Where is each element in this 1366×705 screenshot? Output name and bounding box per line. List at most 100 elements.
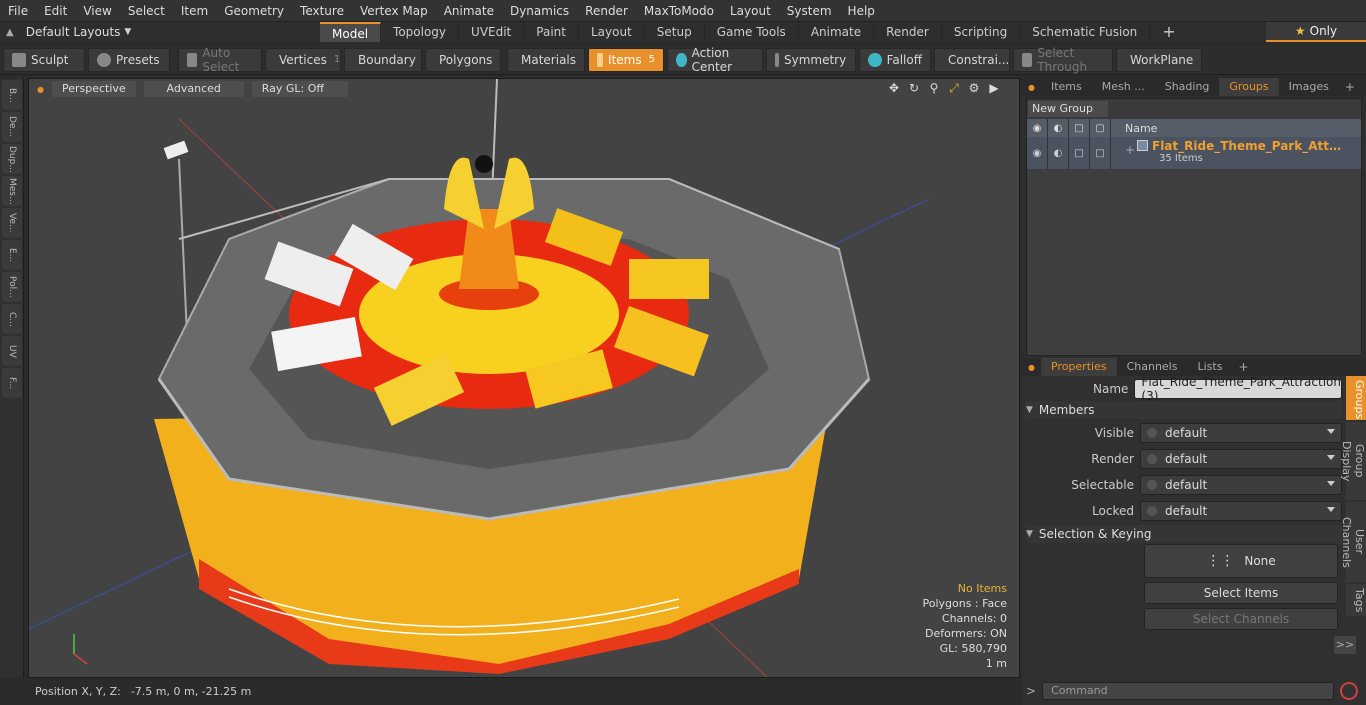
- gear-icon[interactable]: ⚙: [967, 81, 981, 95]
- left-tab-curve[interactable]: C...: [2, 304, 22, 334]
- render-icon[interactable]: ◐: [1048, 119, 1069, 137]
- menu-system[interactable]: System: [779, 0, 840, 22]
- tab-topology[interactable]: Topology: [381, 22, 460, 42]
- tab-schematic-fusion[interactable]: Schematic Fusion: [1020, 22, 1151, 42]
- pan-icon[interactable]: ✥: [887, 81, 901, 95]
- tab-shading[interactable]: Shading: [1155, 78, 1220, 96]
- keying-none-button[interactable]: ⋮⋮ None: [1144, 544, 1338, 578]
- items-button[interactable]: Items 5: [588, 47, 664, 72]
- presets-button[interactable]: Presets: [88, 47, 170, 72]
- left-tab-vertex[interactable]: Ve...: [2, 208, 22, 238]
- add-tab-button[interactable]: +: [1150, 22, 1187, 42]
- menu-vertex-map[interactable]: Vertex Map: [352, 0, 436, 22]
- advanced-button[interactable]: Advanced: [143, 81, 244, 97]
- left-tab-basic[interactable]: B...: [2, 80, 22, 110]
- left-tab-polygon[interactable]: Pol...: [2, 272, 22, 302]
- left-tab-mesh-edit[interactable]: Mes...: [2, 176, 22, 206]
- tab-items[interactable]: Items: [1041, 78, 1092, 96]
- menu-file[interactable]: File: [0, 0, 36, 22]
- tab-groups[interactable]: Groups: [1219, 78, 1279, 96]
- symmetry-button[interactable]: Symmetry: [766, 47, 856, 72]
- select-icon[interactable]: ▢: [1090, 119, 1111, 137]
- left-tab-fusion[interactable]: F...: [2, 368, 22, 398]
- menu-render[interactable]: Render: [577, 0, 636, 22]
- boundary-button[interactable]: Boundary: [344, 47, 422, 72]
- materials-button[interactable]: Materials: [507, 47, 585, 72]
- menu-texture[interactable]: Texture: [292, 0, 352, 22]
- eye-icon[interactable]: ◉: [1027, 119, 1048, 137]
- name-field[interactable]: Flat_Ride_Theme_Park_Attraction (3): [1134, 375, 1342, 403]
- tab-game-tools[interactable]: Game Tools: [705, 22, 799, 42]
- render-toggle-icon[interactable]: ◐: [1048, 137, 1069, 169]
- add-panel-tab-button[interactable]: +: [1339, 80, 1361, 94]
- visibility-toggle-icon[interactable]: ◉: [1027, 137, 1048, 169]
- action-center-button[interactable]: Action Center: [667, 46, 763, 74]
- menu-layout[interactable]: Layout: [722, 0, 779, 22]
- record-icon[interactable]: [1340, 682, 1359, 700]
- members-section-header[interactable]: ▼ Members: [1026, 401, 1342, 419]
- tab-paint[interactable]: Paint: [524, 22, 579, 42]
- menu-help[interactable]: Help: [840, 0, 883, 22]
- locked-select[interactable]: default: [1140, 501, 1342, 521]
- sculpt-button[interactable]: Sculpt: [3, 47, 85, 72]
- side-tab-user-channels[interactable]: User Channels: [1340, 502, 1366, 582]
- raygl-button[interactable]: Ray GL: Off: [251, 81, 348, 97]
- select-channels-button[interactable]: Select Channels: [1144, 608, 1338, 630]
- layout-selector[interactable]: ▲ Default Layouts ▼: [0, 25, 320, 39]
- visible-select[interactable]: default: [1140, 423, 1342, 443]
- tab-render[interactable]: Render: [874, 22, 942, 42]
- only-toggle[interactable]: ★ Only: [1266, 22, 1366, 42]
- left-tab-deform[interactable]: De...: [2, 112, 22, 142]
- maximize-icon[interactable]: ⤢: [947, 81, 961, 95]
- menu-dynamics[interactable]: Dynamics: [502, 0, 577, 22]
- select-through-button[interactable]: Select Through: [1013, 46, 1113, 74]
- menu-geometry[interactable]: Geometry: [216, 0, 292, 22]
- play-icon[interactable]: ▶: [987, 81, 1001, 95]
- lock-toggle-icon[interactable]: □: [1069, 137, 1090, 169]
- side-tab-tags[interactable]: Tags: [1346, 584, 1366, 616]
- perspective-button[interactable]: Perspective: [51, 81, 136, 97]
- left-tab-uv[interactable]: UV: [2, 336, 22, 366]
- menu-edit[interactable]: Edit: [36, 0, 75, 22]
- lock-icon[interactable]: □: [1069, 119, 1090, 137]
- menu-maxtomodo[interactable]: MaxToModo: [636, 0, 722, 22]
- menu-select[interactable]: Select: [120, 0, 173, 22]
- rotate-icon[interactable]: ↻: [907, 81, 921, 95]
- constraints-button[interactable]: Constrai...: [934, 47, 1010, 72]
- 3d-viewport[interactable]: ● Perspective Advanced Ray GL: Off ✥ ↻ ⚲…: [28, 78, 1020, 678]
- tab-uvedit[interactable]: UVEdit: [459, 22, 525, 42]
- tab-setup[interactable]: Setup: [645, 22, 705, 42]
- auto-select-button[interactable]: Auto Select: [178, 46, 262, 74]
- tab-images[interactable]: Images: [1279, 78, 1339, 96]
- selectable-select[interactable]: default: [1140, 475, 1342, 495]
- tab-layout[interactable]: Layout: [579, 22, 645, 42]
- command-input[interactable]: Command: [1042, 682, 1335, 700]
- more-button[interactable]: >>: [1334, 636, 1356, 654]
- tab-lists[interactable]: Lists: [1187, 358, 1232, 376]
- zoom-icon[interactable]: ⚲: [927, 81, 941, 95]
- group-row[interactable]: ◉ ◐ □ □ + Flat_Ride_Theme_Park_Attracti.…: [1027, 137, 1361, 169]
- tab-properties[interactable]: Properties: [1040, 358, 1117, 376]
- menu-animate[interactable]: Animate: [436, 0, 502, 22]
- tab-model[interactable]: Model: [320, 22, 382, 42]
- tab-channels[interactable]: Channels: [1117, 358, 1188, 376]
- vertices-button[interactable]: Vertices 1: [265, 47, 341, 72]
- selectable-toggle-icon[interactable]: □: [1090, 137, 1111, 169]
- new-group-button[interactable]: New Group: [1028, 101, 1108, 117]
- side-tab-group-display[interactable]: Group Display: [1340, 422, 1366, 500]
- select-items-button[interactable]: Select Items: [1144, 582, 1338, 604]
- menu-item[interactable]: Item: [173, 0, 216, 22]
- tab-mesh[interactable]: Mesh ...: [1092, 78, 1155, 96]
- tab-animate[interactable]: Animate: [799, 22, 875, 42]
- selection-keying-section-header[interactable]: ▼ Selection & Keying: [1026, 525, 1342, 543]
- left-tab-duplicate[interactable]: Dup...: [2, 144, 22, 174]
- expand-icon[interactable]: +: [1125, 143, 1135, 157]
- falloff-button[interactable]: Falloff: [859, 47, 931, 72]
- left-tab-edge[interactable]: E...: [2, 240, 22, 270]
- tab-scripting[interactable]: Scripting: [942, 22, 1021, 42]
- polygons-button[interactable]: Polygons: [425, 47, 501, 72]
- menu-view[interactable]: View: [75, 0, 119, 22]
- render-select[interactable]: default: [1140, 449, 1342, 469]
- side-tab-groups[interactable]: Groups: [1346, 376, 1366, 420]
- add-props-tab-button[interactable]: +: [1232, 360, 1254, 374]
